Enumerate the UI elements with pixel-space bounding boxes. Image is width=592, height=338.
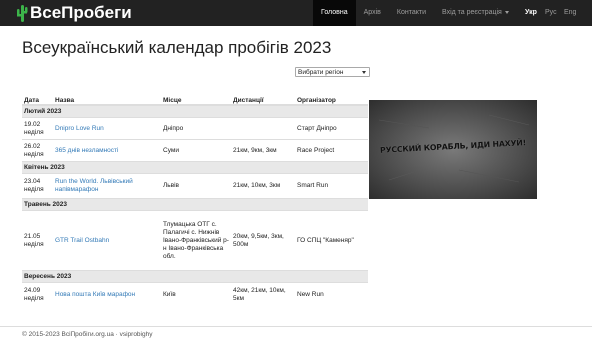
header-date: Дата [22,92,53,106]
lang-rus[interactable]: Рус [545,0,557,26]
distances-cell: 20км, 9,5км, 3км, 500м [231,210,295,271]
nav-login-dropdown[interactable]: Вхід та реєстрація [434,0,517,26]
place-cell: Київ [161,282,231,307]
month-label: Лютий 2023 [22,104,368,118]
date-cell: 23.04 неділя [22,173,53,199]
name-cell: Нова пошта Київ марафон [53,282,161,307]
place-cell: Тлумацька ОТГ с. Палагичі с. Нижнів Іван… [161,210,231,271]
event-date: 24.09 [24,286,41,294]
event-weekday: неділя [24,186,44,193]
month-label: Вересень 2023 [22,270,368,283]
event-weekday: неділя [24,128,44,136]
distances-cell [231,117,295,140]
event-date: 26.02 [24,142,41,150]
event-link[interactable]: 365 днів незламності [55,147,118,154]
month-row: Травень 2023 [22,198,368,211]
main-nav: Головна Архів Контакти Вхід та реєстраці… [313,0,517,26]
name-cell: 365 днів незламності [53,139,161,162]
event-date: 19.02 [24,120,41,128]
nav-archive[interactable]: Архів [356,0,389,26]
event-weekday: неділя [24,240,44,248]
month-row: Квітень 2023 [22,161,368,174]
nav-contacts[interactable]: Контакти [389,0,434,26]
caret-down-icon [504,10,509,14]
place-cell: Дніпро [161,117,231,140]
nav-home[interactable]: Головна [313,0,356,26]
name-cell: Dnipro Love Run [53,117,161,140]
header-distances: Дистанції [231,92,295,106]
organizer-cell: Старт Дніпро [295,117,368,140]
region-select[interactable]: Вибрати регіон [295,67,370,77]
lang-ukr[interactable]: Укр [525,0,537,26]
place-cell: Суми [161,139,231,162]
chevron-down-icon [362,71,366,74]
month-label: Травень 2023 [22,198,368,211]
table-row: 23.04 неділя Run the World. Львівський на… [22,173,368,199]
header-name: Назва [53,92,161,106]
brand-name: ВсеПробеги [30,3,132,22]
header-place: Місце [161,92,231,106]
event-date: 21.05 [24,232,41,240]
event-weekday: неділя [24,150,44,158]
organizer-cell: Smart Run [295,173,368,199]
month-row: Лютий 2023 [22,104,368,118]
footer-divider [0,326,592,327]
distances-cell: 42км, 21км, 10км, 5км [231,282,295,307]
place-cell: Львів [161,173,231,199]
organizer-cell: New Run [295,282,368,307]
date-cell: 19.02 неділя [22,117,53,140]
month-label: Квітень 2023 [22,161,368,174]
date-cell: 24.09 неділя [22,282,53,307]
cactus-icon [17,5,28,22]
name-cell: Run the World. Львівський напівмарафон [53,173,161,199]
header-organizer: Організатор [295,92,368,106]
table-row: 24.09 неділя Нова пошта Київ марафон Київ… [22,282,368,307]
organizer-cell: Race Project [295,139,368,162]
table-row: 26.02 неділя 365 днів незламності Суми 21… [22,139,368,162]
event-link[interactable]: Нова пошта Київ марафон [55,291,135,298]
distances-cell: 21км, 9км, 3км [231,139,295,162]
page-title: Всеукраїнський календар пробігів 2023 [22,38,332,57]
event-link[interactable]: GTR Trail Ostbahn [55,237,109,244]
region-select-value: Вибрати регіон [298,69,344,76]
event-date: 23.04 [24,178,41,185]
name-cell: GTR Trail Ostbahn [53,210,161,271]
lang-eng[interactable]: Eng [564,0,576,26]
brand-logo[interactable]: ВсеПробеги [16,0,132,26]
table-row: 19.02 неділя Dnipro Love Run Дніпро Старт… [22,117,368,140]
table-header-row: Дата Назва Місце Дистанції Організатор [22,92,368,106]
navbar: ВсеПробеги Головна Архів Контакти Вхід т… [0,0,592,26]
event-weekday: неділя [24,294,44,302]
table-row: 21.05 неділя GTR Trail Ostbahn Тлумацька … [22,210,368,271]
date-cell: 26.02 неділя [22,139,53,162]
month-row: Вересень 2023 [22,270,368,283]
banner-image[interactable]: РУССКИЙ КОРАБЛЬ, ИДИ НАХУЙ! [369,100,537,199]
organizer-cell: ГО СПЦ "Каменяр" [295,210,368,271]
events-table: Дата Назва Місце Дистанції Організатор Л… [22,92,368,307]
nav-login-label: Вхід та реєстрація [442,9,502,16]
distances-cell: 21км, 10км, 3км [231,173,295,199]
event-link[interactable]: Run the World. Львівський напівмарафон [55,178,133,193]
date-cell: 21.05 неділя [22,210,53,271]
event-link[interactable]: Dnipro Love Run [55,125,104,132]
